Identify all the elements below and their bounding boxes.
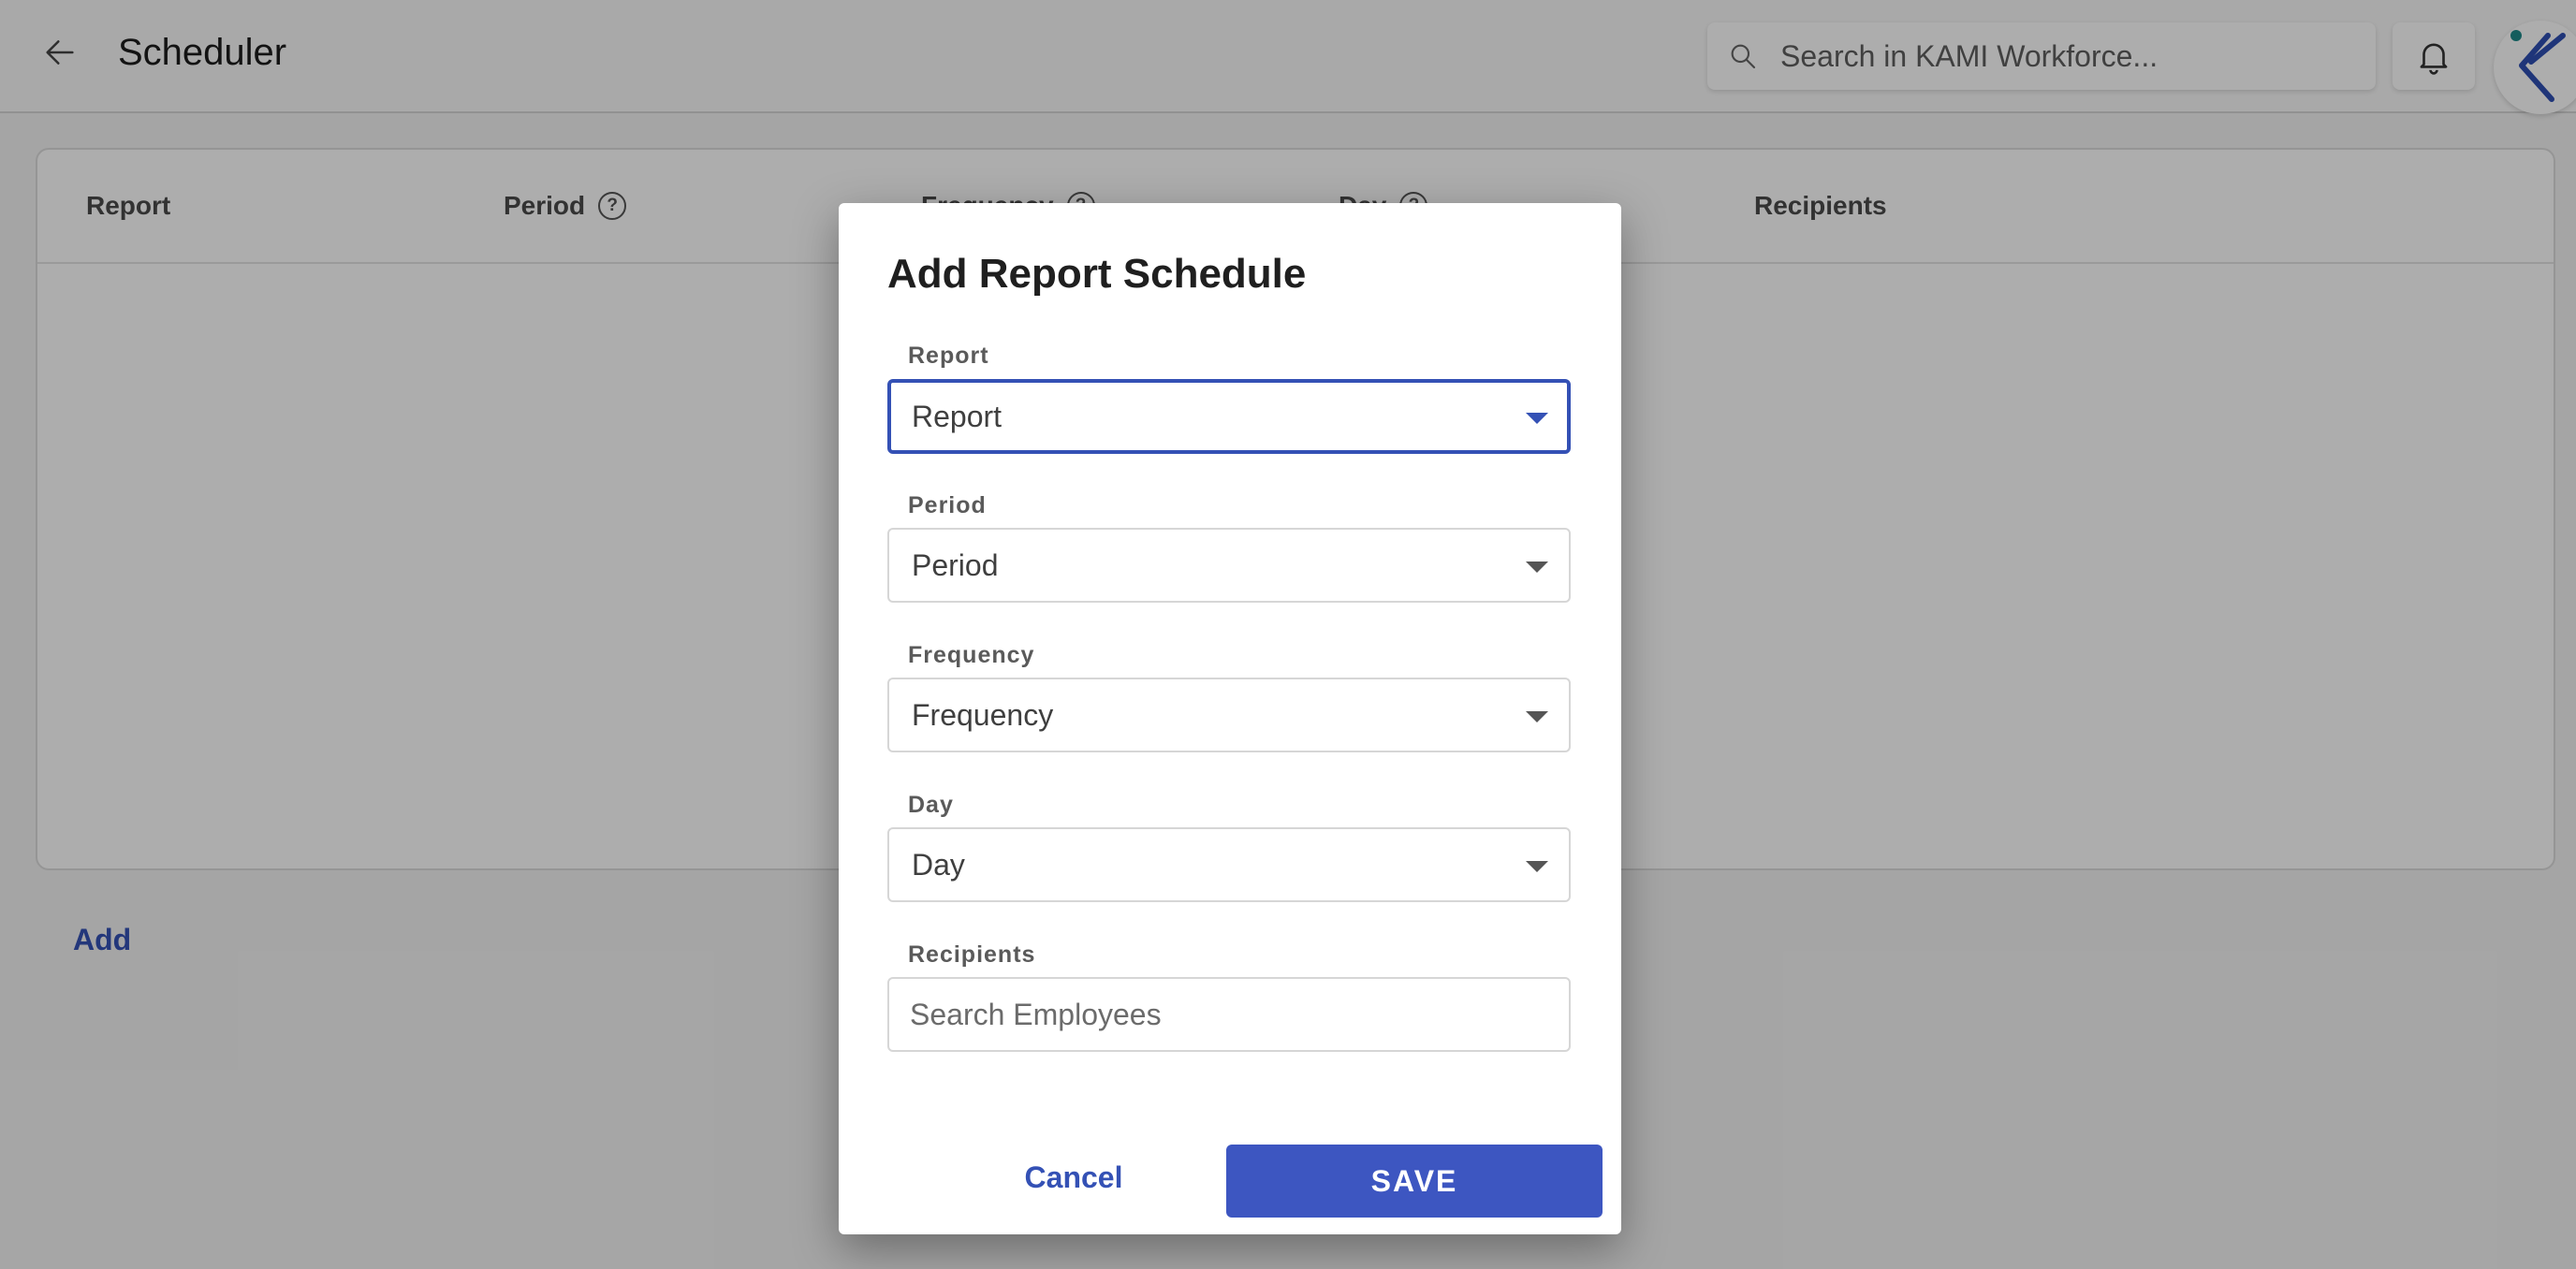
period-select-value: Period xyxy=(912,548,999,582)
cancel-button[interactable]: Cancel xyxy=(987,1145,1161,1210)
recipients-field[interactable] xyxy=(887,977,1571,1052)
day-select[interactable]: Day xyxy=(887,827,1571,902)
frequency-select[interactable]: Frequency xyxy=(887,678,1571,752)
day-select-value: Day xyxy=(912,848,965,882)
chevron-down-icon xyxy=(1526,861,1548,872)
period-label: Period xyxy=(908,492,987,518)
report-select-value: Report xyxy=(912,400,1003,433)
recipients-search-input[interactable] xyxy=(910,979,1546,1050)
frequency-label: Frequency xyxy=(908,642,1035,668)
report-label: Report xyxy=(908,343,989,369)
frequency-select-value: Frequency xyxy=(912,698,1054,732)
report-select[interactable]: Report xyxy=(887,379,1571,454)
period-select[interactable]: Period xyxy=(887,528,1571,603)
day-label: Day xyxy=(908,792,954,818)
chevron-down-icon xyxy=(1526,562,1548,573)
chevron-down-icon xyxy=(1526,413,1548,424)
add-report-schedule-dialog: Add Report Schedule Report Report Period… xyxy=(839,203,1621,1234)
recipients-label: Recipients xyxy=(908,941,1036,968)
save-button[interactable]: SAVE xyxy=(1226,1145,1603,1218)
dialog-title: Add Report Schedule xyxy=(887,251,1307,297)
chevron-down-icon xyxy=(1526,711,1548,722)
